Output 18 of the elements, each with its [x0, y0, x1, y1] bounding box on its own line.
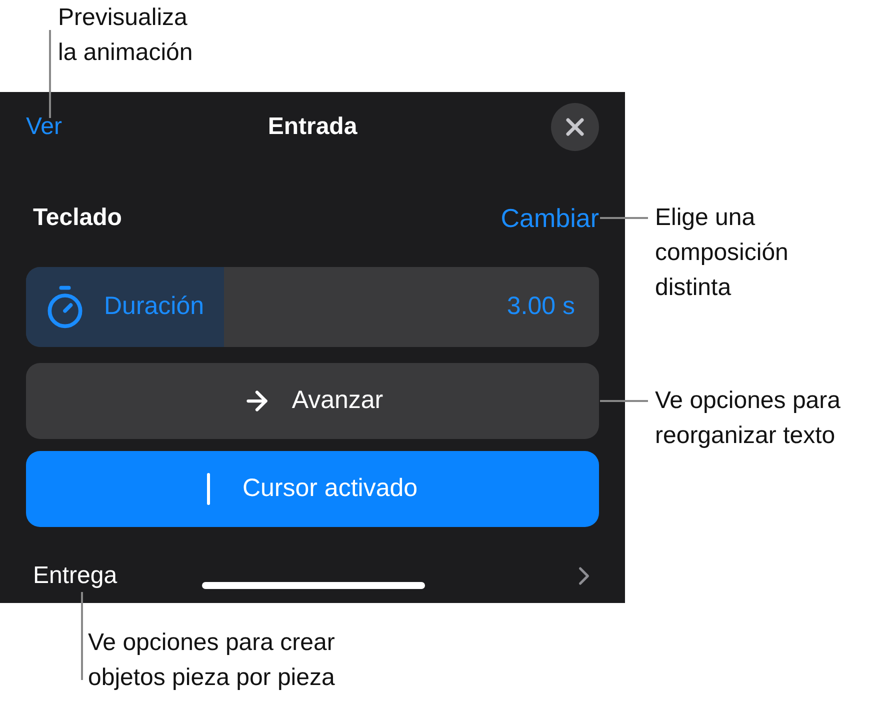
delivery-row[interactable]: Entrega [26, 556, 599, 596]
leader-line [600, 217, 648, 219]
direction-button[interactable]: Avanzar [26, 363, 599, 439]
leader-line [600, 400, 648, 402]
callout-text: Elige una composición distinta [655, 203, 788, 303]
callout-text: Ve opciones para crear objetos pieza por pieza [88, 628, 335, 693]
duration-value: 3.00 s [506, 291, 576, 322]
change-link[interactable]: Cambiar [500, 198, 599, 238]
layout-label: Teclado [32, 203, 122, 233]
cursor-toggle[interactable]: Cursor activado [26, 451, 599, 527]
text-cursor-icon [207, 473, 210, 505]
panel-title: Entrada [268, 112, 358, 142]
duration-slider[interactable]: Duración 3.00 s [26, 267, 599, 347]
callout-text: Previsualiza la animación [58, 3, 193, 68]
callout-text: Ve opciones para reorganizar texto [655, 386, 840, 451]
duration-label: Duración [104, 291, 204, 322]
preview-link[interactable]: Ver [26, 109, 62, 145]
close-button[interactable] [551, 103, 599, 151]
